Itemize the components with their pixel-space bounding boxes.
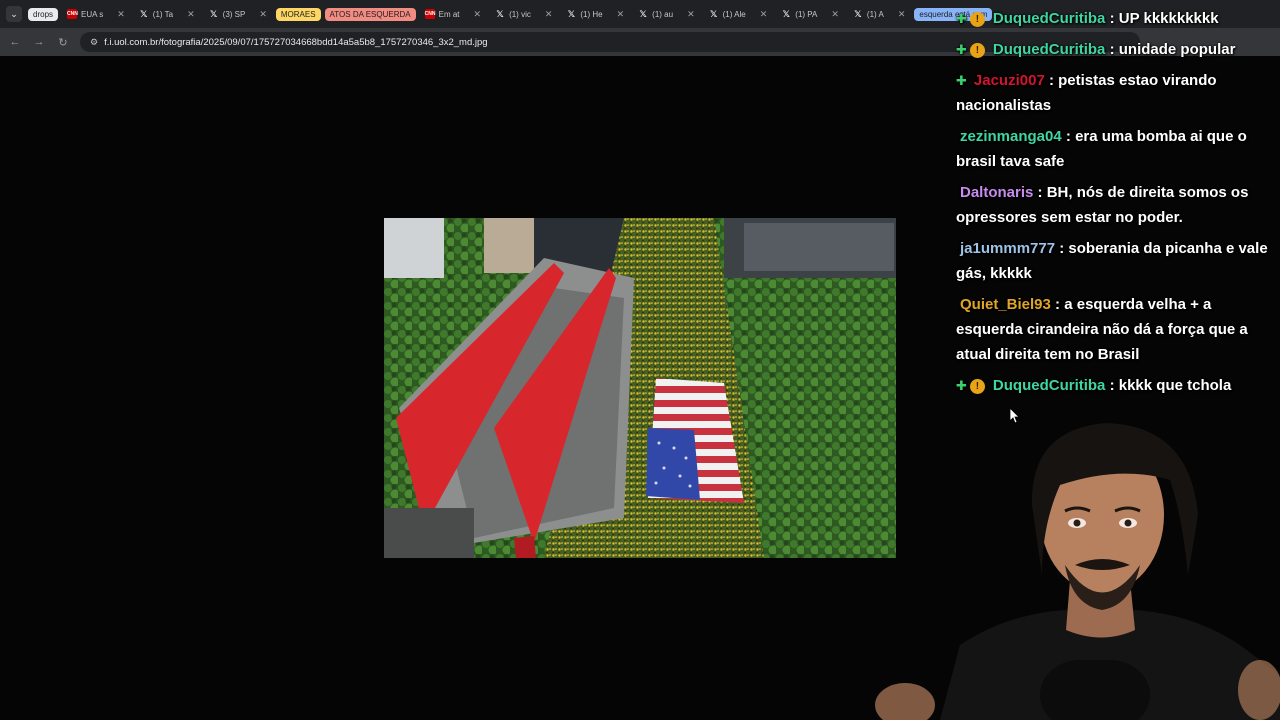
chat-separator: : — [1105, 10, 1119, 27]
chat-username[interactable]: Daltonaris — [960, 184, 1033, 201]
tab-title: (1) Ta — [152, 9, 174, 19]
cnn-logo-icon: CNN — [424, 9, 436, 19]
chat-separator: : — [1050, 296, 1065, 313]
tab-title: (1) A — [866, 9, 884, 19]
x-logo-icon: 𝕏 — [709, 9, 718, 19]
plus-badge-icon: ✚ — [956, 42, 967, 57]
tab-title: (1) Ale — [722, 9, 746, 19]
tab-group-label[interactable]: drops — [28, 7, 59, 21]
address-url: f.i.uol.com.br/fotografia/2025/09/07/175… — [104, 36, 488, 48]
tab-list: drops CNN EUA s ✕ 𝕏 (1) Ta ✕ 𝕏 (3) SP ✕ MORAES ATOS… — [28, 4, 993, 24]
forward-icon[interactable]: → — [32, 36, 46, 48]
chat-username[interactable]: Jacuzi007 — [974, 72, 1045, 89]
tab-title: (1) au — [652, 9, 674, 19]
browser-tab[interactable]: 𝕏 (1) He ✕ — [561, 4, 629, 24]
reload-icon[interactable]: ↻ — [56, 36, 70, 49]
tab-title: EUA s — [81, 9, 104, 19]
browser-tab[interactable]: CNN Em at ✕ — [420, 4, 486, 24]
x-logo-icon: 𝕏 — [854, 9, 862, 19]
chat-username[interactable]: DuquedCuritiba — [993, 41, 1106, 58]
tab-search-button[interactable]: ⌄ — [6, 6, 22, 22]
browser-tab[interactable]: CNN EUA s ✕ — [62, 4, 130, 24]
x-logo-icon: 𝕏 — [210, 9, 218, 19]
tab-title: (1) vic — [509, 9, 531, 19]
chat-message: ✚ Jacuzi007 : petistas estao virando naci… — [956, 68, 1272, 118]
screen: ⌄ drops CNN EUA s ✕ 𝕏 (1) Ta ✕ 𝕏 (3) SP ✕ MORAES AT… — [0, 0, 1280, 720]
chat-text: kkkk que tchola — [1118, 377, 1232, 394]
chat-separator: : — [1033, 184, 1047, 201]
tab-title: Em at — [438, 9, 460, 19]
tab-close-icon[interactable]: ✕ — [545, 9, 553, 20]
x-logo-icon: 𝕏 — [496, 9, 504, 19]
chat-message: ja1ummm777 : soberania da picanha e vale… — [956, 236, 1272, 286]
chat-separator: : — [1055, 240, 1069, 257]
browser-tab[interactable]: 𝕏 (1) au ✕ — [633, 4, 699, 24]
aerial-avenue-image — [384, 218, 896, 558]
browser-tab[interactable]: 𝕏 (1) vic ✕ — [490, 4, 557, 24]
tab-close-icon[interactable]: ✕ — [898, 9, 906, 20]
chat-username[interactable]: DuquedCuritiba — [993, 10, 1106, 27]
tab-title: (3) SP — [222, 9, 246, 19]
browser-tab[interactable]: 𝕏 (1) Ta ✕ — [134, 4, 200, 24]
chat-message: ✚! DuquedCuritiba : kkkk que tchola — [956, 373, 1272, 398]
plus-badge-icon: ✚ — [956, 378, 967, 393]
tab-close-icon[interactable]: ✕ — [187, 9, 195, 20]
stream-chat: ✚! DuquedCuritiba : UP kkkkkkkkk ✚! DuquedC… — [956, 6, 1272, 404]
chat-message: Daltonaris : BH, nós de direita somos os… — [956, 180, 1272, 230]
tab-title: (1) PA — [795, 9, 818, 19]
chat-separator: : — [1105, 41, 1119, 58]
chat-message: zezinmanga04 : era uma bomba ai que o br… — [956, 124, 1272, 174]
streamer-webcam — [875, 423, 1280, 720]
chat-username[interactable]: Quiet_Biel93 — [960, 296, 1051, 313]
chat-message: Quiet_Biel93 : a esquerda velha + a esqu… — [956, 292, 1272, 367]
chat-separator: : — [1044, 72, 1059, 89]
plus-badge-icon: ✚ — [956, 11, 967, 26]
chat-text: UP kkkkkkkkk — [1118, 10, 1219, 27]
tab-group-label[interactable]: ATOS DA ESQUERDA — [324, 7, 416, 21]
chat-message: ✚! DuquedCuritiba : UP kkkkkkkkk — [956, 6, 1272, 31]
tab-close-icon[interactable]: ✕ — [687, 9, 695, 20]
tab-title: (1) He — [580, 9, 603, 19]
chat-text: unidade popular — [1118, 41, 1236, 58]
x-logo-icon: 𝕏 — [140, 9, 148, 19]
tab-group-label[interactable]: MORAES — [275, 7, 321, 21]
browser-tab[interactable]: 𝕏 (1) A ✕ — [848, 4, 910, 24]
tab-close-icon[interactable]: ✕ — [117, 9, 125, 20]
tab-close-icon[interactable]: ✕ — [474, 9, 482, 20]
x-logo-icon: 𝕏 — [567, 9, 576, 19]
chat-message: ✚! DuquedCuritiba : unidade popular — [956, 37, 1272, 62]
chat-username[interactable]: zezinmanga04 — [960, 128, 1062, 145]
coin-badge-icon: ! — [969, 12, 985, 27]
site-info-icon[interactable]: ⚙ — [90, 37, 98, 48]
chat-separator: : — [1105, 377, 1119, 394]
tab-close-icon[interactable]: ✕ — [259, 9, 267, 20]
tab-close-icon[interactable]: ✕ — [760, 9, 768, 20]
chat-separator: : — [1061, 128, 1076, 145]
chat-username[interactable]: DuquedCuritiba — [993, 377, 1106, 394]
x-logo-icon: 𝕏 — [782, 9, 790, 19]
browser-tab[interactable]: 𝕏 (1) PA ✕ — [776, 4, 844, 24]
tab-close-icon[interactable]: ✕ — [831, 9, 839, 20]
browser-tab[interactable]: 𝕏 (1) Ale ✕ — [704, 4, 773, 24]
protest-photo — [384, 218, 896, 558]
coin-badge-icon: ! — [969, 43, 985, 58]
tab-close-icon[interactable]: ✕ — [617, 9, 625, 20]
browser-tab[interactable]: 𝕏 (3) SP ✕ — [204, 4, 272, 24]
coin-badge-icon: ! — [969, 379, 985, 394]
back-icon[interactable]: ← — [8, 36, 22, 48]
x-logo-icon: 𝕏 — [639, 9, 647, 19]
plus-badge-icon: ✚ — [956, 73, 967, 88]
chat-username[interactable]: ja1ummm777 — [960, 240, 1055, 257]
cnn-logo-icon: CNN — [67, 9, 78, 19]
